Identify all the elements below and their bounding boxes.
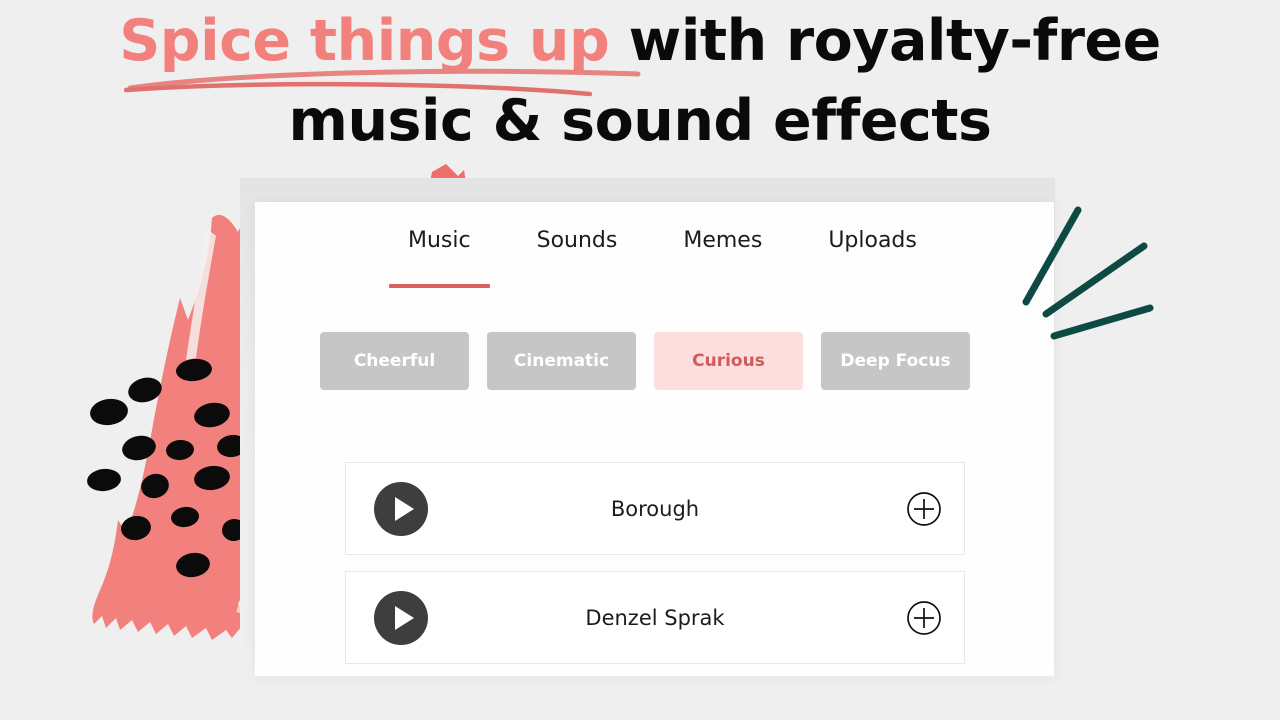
chip-cheerful-label: Cheerful bbox=[353, 351, 436, 371]
tab-sounds-label: Sounds bbox=[536, 228, 618, 253]
headline-underline-decoration bbox=[124, 68, 641, 97]
tab-uploads-label: Uploads bbox=[828, 228, 917, 253]
play-icon[interactable] bbox=[374, 590, 428, 645]
tab-uploads[interactable]: Uploads bbox=[795, 224, 950, 258]
poster-canvas: Spice things up with royalty-free music … bbox=[0, 0, 1280, 720]
track-title: Denzel Sprak bbox=[585, 605, 725, 630]
play-triangle-icon bbox=[394, 605, 414, 630]
headline-accent: Spice things up bbox=[119, 8, 610, 74]
chip-cinematic[interactable]: Cinematic bbox=[487, 332, 636, 390]
chip-cheerful[interactable]: Cheerful bbox=[320, 332, 469, 390]
tab-memes-label: Memes bbox=[683, 228, 763, 253]
track-row[interactable]: Borough bbox=[345, 462, 965, 555]
headline-line-1: Spice things up with royalty-free bbox=[0, 8, 1280, 74]
chip-cinematic-label: Cinematic bbox=[513, 351, 610, 371]
headline-line-2: music & sound effects bbox=[288, 87, 992, 154]
tab-music-label: Music bbox=[408, 228, 471, 253]
tab-music[interactable]: Music bbox=[375, 224, 504, 288]
chip-deep-focus[interactable]: Deep Focus bbox=[821, 332, 970, 390]
tab-active-indicator bbox=[389, 284, 490, 288]
plus-circle-icon[interactable] bbox=[906, 600, 942, 636]
tab-bar: Music Sounds Memes Uploads bbox=[375, 224, 950, 288]
tab-sounds[interactable]: Sounds bbox=[504, 224, 651, 258]
track-row[interactable]: Denzel Sprak bbox=[345, 571, 965, 664]
track-title: Borough bbox=[610, 496, 700, 521]
chip-curious[interactable]: Curious bbox=[654, 332, 803, 390]
track-list: Borough Denzel Sprak bbox=[345, 462, 965, 680]
play-icon[interactable] bbox=[374, 481, 428, 536]
play-triangle-icon bbox=[394, 496, 414, 521]
chip-curious-label: Curious bbox=[692, 351, 765, 371]
media-library-card: Music Sounds Memes Uploads Cheerful Cine… bbox=[255, 202, 1054, 676]
headline-rest: with royalty-free bbox=[609, 8, 1162, 74]
plus-circle-icon[interactable] bbox=[906, 491, 942, 527]
tab-memes[interactable]: Memes bbox=[650, 224, 795, 258]
page-title: Spice things up with royalty-free music … bbox=[0, 8, 1280, 154]
chip-deep-focus-label: Deep Focus bbox=[840, 351, 951, 371]
mood-filter-chips: Cheerful Cinematic Curious Deep Focus bbox=[320, 332, 970, 390]
